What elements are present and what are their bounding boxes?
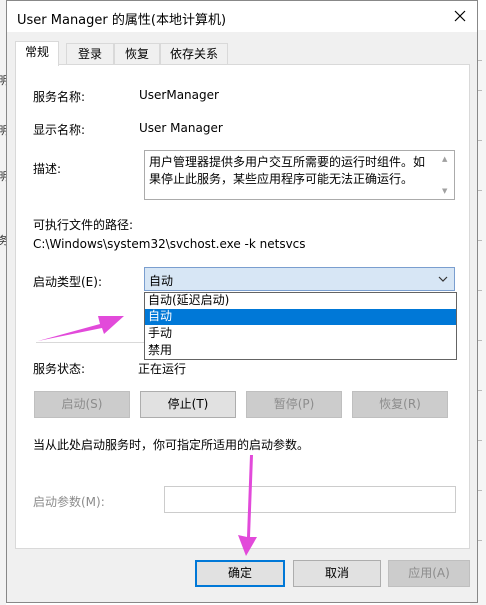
title-bar[interactable]: User Manager 的属性(本地计算机) [7, 1, 477, 32]
apply-button[interactable]: 应用(A) [388, 560, 470, 587]
tab-logon[interactable]: 登录 [66, 43, 114, 64]
startup-type-dropdown: 自动(延迟启动) 自动 手动 禁用 [144, 292, 457, 360]
startup-params-hint: 当从此处启动服务时，你可指定所适用的启动参数。 [33, 438, 310, 452]
service-status-label: 服务状态: [33, 362, 86, 376]
resume-button[interactable]: 恢复(R) [352, 391, 448, 418]
description-box[interactable]: 用户管理器提供多用户交互所需要的运行时组件。如果停止此服务，某些应用程序可能无法… [144, 150, 455, 200]
pause-button[interactable]: 暂停(P) [246, 391, 342, 418]
tab-dependencies[interactable]: 依存关系 [160, 43, 228, 64]
startup-params-input[interactable] [164, 486, 456, 513]
service-status-value: 正在运行 [138, 362, 187, 376]
service-name-value: UserManager [139, 88, 219, 102]
chevron-down-icon[interactable] [438, 276, 448, 282]
description-label: 描述: [33, 162, 62, 176]
general-tab-panel: 服务名称: UserManager 显示名称: User Manager 描述:… [15, 64, 470, 549]
scroll-down-icon[interactable]: ▼ [442, 187, 447, 195]
executable-path-label: 可执行文件的路径: [33, 218, 134, 232]
close-icon [454, 10, 466, 22]
startup-params-label: 启动参数(M): [33, 495, 105, 509]
startup-type-value: 自动 [149, 274, 174, 288]
ok-button[interactable]: 确定 [195, 560, 285, 587]
display-name-value: User Manager [139, 121, 223, 135]
start-button[interactable]: 启动(S) [34, 391, 130, 418]
startup-type-label: 启动类型(E): [33, 275, 102, 289]
scroll-up-icon[interactable]: ▲ [442, 155, 447, 163]
stop-button[interactable]: 停止(T) [140, 391, 236, 418]
service-properties-dialog: User Manager 的属性(本地计算机) 常规 登录 恢复 依存关系 服务… [6, 0, 478, 603]
startup-option-manual[interactable]: 手动 [145, 326, 456, 342]
description-scrollbar[interactable]: ▲ ▼ [438, 151, 454, 199]
startup-option-auto[interactable]: 自动 [145, 309, 456, 325]
startup-option-disabled[interactable]: 禁用 [145, 343, 456, 359]
description-text: 用户管理器提供多用户交互所需要的运行时组件。如果停止此服务，某些应用程序可能无法… [149, 155, 426, 186]
startup-type-select[interactable]: 自动 [144, 267, 455, 291]
executable-path-value: C:\Windows\system32\svchost.exe -k netsv… [33, 237, 306, 251]
window-title: User Manager 的属性(本地计算机) [17, 13, 227, 28]
service-name-label: 服务名称: [33, 90, 86, 104]
separator-line [36, 342, 144, 343]
display-name-label: 显示名称: [33, 123, 86, 137]
tab-general[interactable]: 常规 [15, 41, 59, 66]
startup-option-delayed-auto[interactable]: 自动(延迟启动) [145, 293, 456, 309]
tab-recovery[interactable]: 恢复 [114, 43, 160, 64]
cancel-button[interactable]: 取消 [293, 560, 381, 587]
close-button[interactable] [443, 1, 477, 32]
